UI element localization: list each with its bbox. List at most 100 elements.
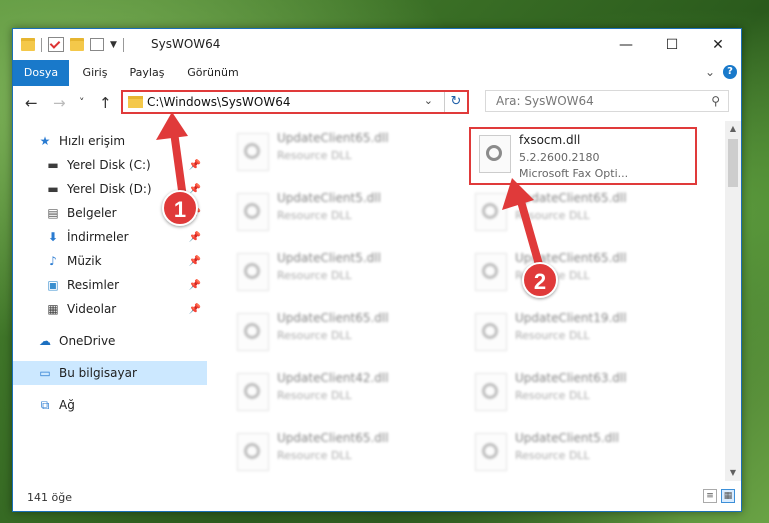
- tab-view[interactable]: Görünüm: [183, 60, 243, 86]
- list-item[interactable]: UpdateClient5.dll Resource DLL: [229, 243, 449, 299]
- step-badge-2: 2: [522, 262, 558, 298]
- gear-icon: [244, 323, 260, 339]
- gear-icon: [244, 203, 260, 219]
- customize-toolbar-icon[interactable]: [90, 38, 104, 51]
- sidebar-item-this-pc[interactable]: ▭ Bu bilgisayar: [13, 361, 207, 385]
- navigation-bar: ← → ˅ ↑ C:\Windows\SysWOW64 ⌄ ↻ Ara: Sys…: [13, 86, 741, 120]
- sidebar-item-label: Belgeler: [67, 206, 117, 220]
- sidebar-item-label: Hızlı erişim: [59, 134, 126, 148]
- tab-share[interactable]: Paylaş: [125, 60, 169, 86]
- gear-icon: [482, 263, 498, 279]
- pin-icon[interactable]: 📌: [189, 232, 201, 243]
- video-icon: ▦: [47, 302, 59, 316]
- file-type: Resource DLL: [515, 449, 590, 462]
- list-item[interactable]: UpdateClient5.dll Resource DLL: [467, 423, 687, 479]
- file-name: UpdateClient65.dll: [277, 311, 389, 325]
- search-box[interactable]: Ara: SysWOW64 ⚲: [485, 90, 729, 112]
- details-view-icon[interactable]: ≡: [703, 489, 717, 503]
- new-folder-icon[interactable]: [70, 38, 84, 51]
- file-name: UpdateClient19.dll: [515, 311, 627, 325]
- toolbar-divider: [41, 37, 42, 52]
- file-name: UpdateClient5.dll: [277, 251, 381, 265]
- file-list: UpdateClient65.dll Resource DLL UpdateCl…: [209, 121, 725, 479]
- list-item[interactable]: UpdateClient19.dll Resource DLL: [467, 303, 687, 359]
- view-toggle: ≡ ▦: [703, 489, 735, 503]
- folder-icon: [128, 96, 143, 108]
- list-item[interactable]: UpdateClient42.dll Resource DLL: [229, 363, 449, 419]
- step-badge-1: 1: [162, 190, 198, 226]
- maximize-button[interactable]: ☐: [649, 29, 695, 60]
- drive-icon: ▬: [47, 182, 59, 196]
- ribbon-expand-icon[interactable]: ⌄: [705, 65, 715, 79]
- chevron-down-icon[interactable]: ▼: [110, 40, 117, 50]
- list-item[interactable]: UpdateClient5.dll Resource DLL: [229, 183, 449, 239]
- sidebar-item-downloads[interactable]: ⬇ İndirmeler 📌: [13, 225, 207, 249]
- scroll-thumb[interactable]: [728, 139, 738, 187]
- vertical-scrollbar[interactable]: ▲ ▼: [725, 121, 741, 481]
- file-name: UpdateClient5.dll: [515, 431, 619, 445]
- gear-icon: [244, 263, 260, 279]
- list-item[interactable]: UpdateClient65.dll Resource DLL: [229, 123, 449, 179]
- sidebar-item-label: İndirmeler: [67, 230, 129, 244]
- computer-icon: ▭: [39, 366, 51, 380]
- sidebar-item-onedrive[interactable]: ☁ OneDrive: [13, 329, 207, 353]
- list-item[interactable]: UpdateClient63.dll Resource DLL: [467, 363, 687, 419]
- tab-home[interactable]: Giriş: [75, 60, 115, 86]
- sidebar-item-label: Yerel Disk (D:): [67, 182, 152, 196]
- file-type: Resource DLL: [277, 329, 352, 342]
- properties-icon[interactable]: [48, 37, 64, 52]
- forward-button[interactable]: →: [53, 94, 66, 112]
- sidebar-item-label: Bu bilgisayar: [59, 366, 137, 380]
- network-icon: ⧉: [40, 398, 50, 412]
- address-path[interactable]: C:\Windows\SysWOW64: [147, 95, 291, 109]
- up-button[interactable]: ↑: [99, 94, 112, 112]
- pin-icon[interactable]: 📌: [189, 304, 201, 315]
- sidebar-item-label: Videolar: [67, 302, 117, 316]
- sidebar-item-label: Resimler: [67, 278, 120, 292]
- gear-icon: [244, 443, 260, 459]
- scroll-down-icon[interactable]: ▼: [725, 465, 741, 481]
- sidebar-item-label: Yerel Disk (C:): [67, 158, 151, 172]
- file-name: UpdateClient5.dll: [277, 191, 381, 205]
- file-type: Resource DLL: [277, 149, 352, 162]
- file-name: UpdateClient65.dll: [277, 131, 389, 145]
- item-count: 141 öğe: [27, 491, 72, 504]
- drive-icon: ▬: [47, 158, 59, 172]
- address-dropdown-icon[interactable]: ⌄: [424, 94, 433, 107]
- sidebar-item-videos[interactable]: ▦ Videolar 📌: [13, 297, 207, 321]
- help-icon[interactable]: ?: [723, 65, 737, 79]
- back-button[interactable]: ←: [25, 94, 38, 112]
- sidebar-item-network[interactable]: ⧉ Ağ: [13, 393, 207, 417]
- list-item[interactable]: UpdateClient65.dll Resource DLL: [229, 423, 449, 479]
- tiles-view-icon[interactable]: ▦: [721, 489, 735, 503]
- sidebar-item-pictures[interactable]: ▣ Resimler 📌: [13, 273, 207, 297]
- gear-icon: [244, 143, 260, 159]
- list-item[interactable]: UpdateClient65.dll Resource DLL: [229, 303, 449, 359]
- toolbar-divider: [122, 37, 124, 52]
- folder-icon: [21, 38, 35, 51]
- sidebar-item-music[interactable]: ♪ Müzik 📌: [13, 249, 207, 273]
- file-type: Resource DLL: [277, 269, 352, 282]
- ribbon-tabs: Dosya Giriş Paylaş Görünüm ⌄ ?: [13, 60, 741, 87]
- music-icon: ♪: [49, 254, 57, 268]
- scroll-up-icon[interactable]: ▲: [725, 121, 741, 137]
- minimize-button[interactable]: —: [603, 29, 649, 60]
- pictures-icon: ▣: [47, 278, 59, 292]
- refresh-button[interactable]: ↻: [444, 92, 467, 112]
- download-icon: ⬇: [47, 230, 59, 244]
- window-title: SysWOW64: [151, 37, 221, 51]
- sidebar-item-label: Ağ: [59, 398, 75, 412]
- file-type: Resource DLL: [515, 389, 590, 402]
- tab-file[interactable]: Dosya: [13, 60, 69, 86]
- file-type: Resource DLL: [277, 389, 352, 402]
- close-button[interactable]: ✕: [695, 29, 741, 60]
- document-icon: ▤: [47, 206, 59, 220]
- file-name: UpdateClient63.dll: [515, 371, 627, 385]
- pin-icon[interactable]: 📌: [189, 256, 201, 267]
- search-icon[interactable]: ⚲: [711, 94, 720, 108]
- pin-icon[interactable]: 📌: [189, 280, 201, 291]
- file-name: UpdateClient42.dll: [277, 371, 389, 385]
- gear-icon: [482, 323, 498, 339]
- ribbon-controls: ⌄ ?: [705, 65, 737, 79]
- recent-locations-button[interactable]: ˅: [79, 96, 85, 109]
